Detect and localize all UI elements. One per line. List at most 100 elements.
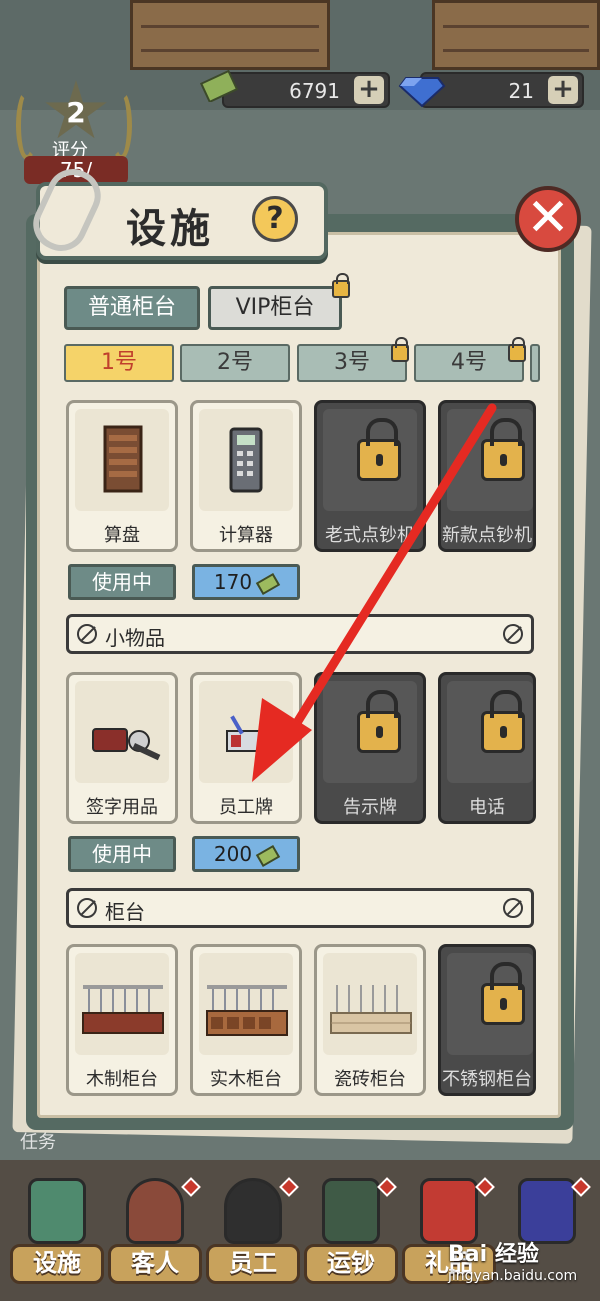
add-gems-button[interactable]: + [548,76,578,104]
item-image [447,953,533,1055]
nav-label: 员工 [206,1244,300,1284]
item-label: 算盘 [104,525,140,546]
item-image [75,953,169,1055]
nav-staff[interactable]: 员工 [206,1172,300,1290]
item-card-abacus[interactable]: 算盘 [66,400,178,552]
collapse-icon [503,898,523,918]
item-image [323,681,417,783]
section-label: 柜台 [105,900,145,924]
lock-icon [391,337,409,362]
price-value: 170 [213,570,253,594]
money-icon [200,69,239,102]
nav-label: 运钞 [304,1244,398,1284]
nav-guests[interactable]: 客人 [108,1172,202,1290]
item-card-signing-supplies[interactable]: 签字用品 [66,672,178,824]
watermark: Bai 经验 jingyan.baidu.com [448,1236,577,1284]
help-button[interactable]: ? [252,196,298,242]
lock-icon [508,337,526,362]
solid-wood-counter-icon [206,985,288,1036]
notification-badge [377,1177,397,1197]
money-bar: 6791 + [222,72,390,108]
collapse-icon [77,898,97,918]
item-card-calculator[interactable]: 计算器 [190,400,302,552]
notification-badge [279,1177,299,1197]
lock-icon [481,962,525,1025]
nav-facility[interactable]: 设施 [10,1172,104,1290]
item-card-notice-board[interactable]: 告示牌 [314,672,426,824]
gem-value: 21 [508,79,534,103]
abacus-icon [103,425,143,493]
collapse-icon [503,624,523,644]
collapse-icon [77,624,97,644]
lock-icon [481,418,525,481]
item-card-old-counter-machine[interactable]: 老式点钞机 [314,400,426,552]
item-image [323,953,417,1055]
counter-tab-1[interactable]: 1号 [64,344,174,382]
money-icon [255,844,281,867]
nav-label: 设施 [10,1244,104,1284]
item-card-new-counter-machine[interactable]: 新款点钞机 [438,400,536,552]
nav-cash-transport[interactable]: 运钞 [304,1172,398,1290]
item-card-tile-counter[interactable]: 瓷砖柜台 [314,944,426,1096]
section-counters[interactable]: 柜台 [66,888,534,928]
item-image [323,409,417,511]
staff-icon [224,1178,282,1244]
atm-icon [28,1178,86,1244]
background-shelf-left [130,0,330,70]
item-label: 告示牌 [343,797,397,818]
buy-calculator-button[interactable]: 170 [192,564,300,600]
item-image [199,681,293,783]
guest-icon [126,1178,184,1244]
task-label-partial: 任务 [20,1132,56,1153]
item-image [447,681,533,783]
item-label: 电话 [469,797,505,818]
add-money-button[interactable]: + [354,76,384,104]
section-small-items[interactable]: 小物品 [66,614,534,654]
laurel-left-icon [16,90,38,160]
nav-label: 客人 [108,1244,202,1284]
truck-icon [322,1178,380,1244]
lock-icon [357,418,401,481]
item-label: 新款点钞机 [442,525,532,546]
item-card-steel-counter[interactable]: 不锈钢柜台 [438,944,536,1096]
item-card-staff-badge[interactable]: 员工牌 [190,672,302,824]
watermark-url: jingyan.baidu.com [448,1268,578,1284]
buy-staff-badge-button[interactable]: 200 [192,836,300,872]
item-image [199,409,293,511]
price-value: 200 [213,842,253,866]
dialog-title: 设施 [126,206,214,252]
lock-icon [357,690,401,753]
item-card-solid-wood-counter[interactable]: 实木柜台 [190,944,302,1096]
counter-tab-5-partial[interactable] [530,344,540,382]
item-label: 员工牌 [219,797,273,818]
section-label: 小物品 [105,626,165,650]
in-use-button[interactable]: 使用中 [68,564,176,600]
tab-normal-counter[interactable]: 普通柜台 [64,286,200,330]
staff-badge-icon [226,715,272,752]
tile-counter-icon [330,985,412,1034]
background-shelf-right [432,0,600,70]
close-button[interactable]: ✕ [515,186,581,252]
wood-counter-icon [82,985,164,1034]
item-card-wood-counter[interactable]: 木制柜台 [66,944,178,1096]
item-image [75,681,169,783]
item-image [75,409,169,511]
calculator-icon [229,427,263,493]
tab-vip-counter[interactable]: VIP柜台 [208,286,342,330]
notification-badge [475,1177,495,1197]
item-card-phone[interactable]: 电话 [438,672,536,824]
item-label: 瓷砖柜台 [334,1069,406,1090]
signing-supplies-icon [92,728,161,761]
item-label: 计算器 [219,525,273,546]
item-label: 不锈钢柜台 [442,1069,532,1090]
item-label: 实木柜台 [210,1069,282,1090]
item-label: 签字用品 [86,797,158,818]
item-image [199,953,293,1055]
item-label: 木制柜台 [86,1069,158,1090]
notification-badge [181,1177,201,1197]
item-image [447,409,533,511]
in-use-button[interactable]: 使用中 [68,836,176,872]
counter-tab-2[interactable]: 2号 [180,344,290,382]
lock-icon [332,273,350,298]
rating-level: 2 [66,96,86,129]
